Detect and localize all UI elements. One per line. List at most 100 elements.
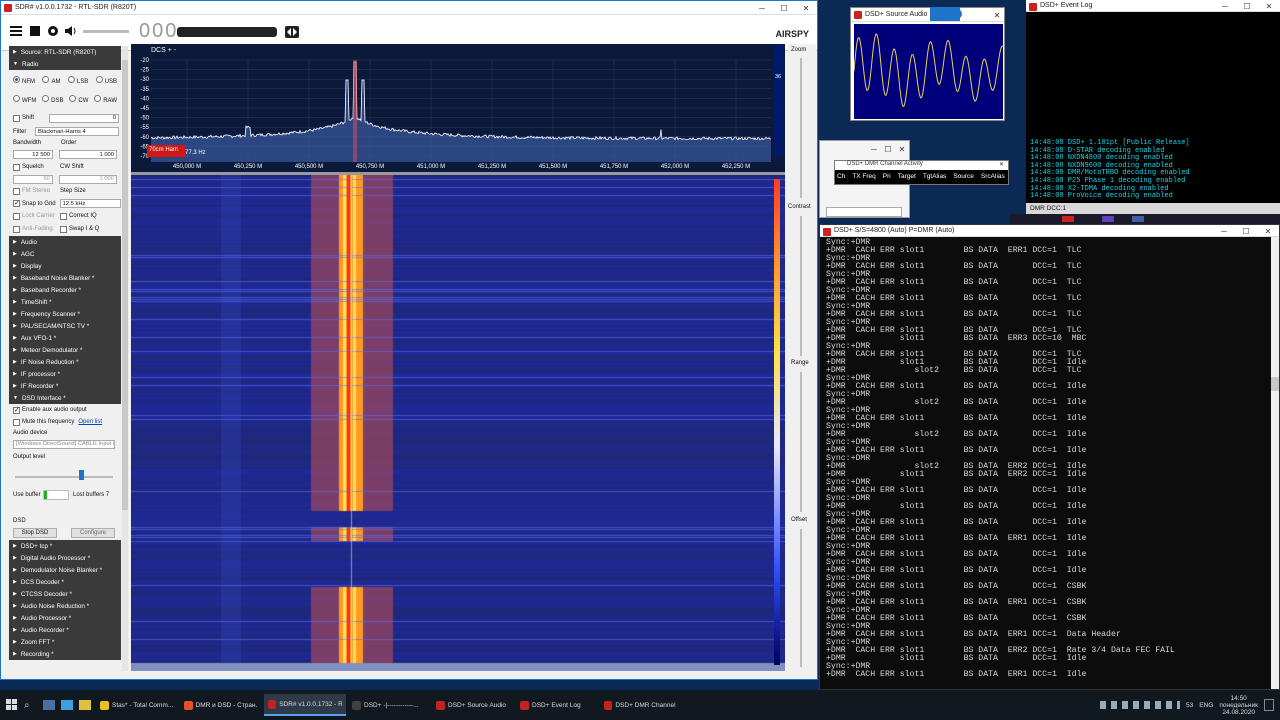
section-meteor-demodulator[interactable]: Meteor Demodulator * — [9, 344, 121, 356]
gear-icon[interactable] — [46, 24, 60, 38]
source-audio-titlebar[interactable]: DSD+ Source Audio ✕ — [851, 8, 1004, 22]
pinned-app-3-icon[interactable] — [79, 700, 91, 710]
filter-select[interactable]: Blackman-Harris 4 — [35, 127, 119, 136]
section-baseband-noise-blanker[interactable]: Baseband Noise Blanker * — [9, 272, 121, 284]
zoom-slider[interactable] — [800, 58, 802, 198]
mode-cw[interactable]: CW — [69, 94, 88, 104]
start-icon[interactable] — [0, 694, 24, 716]
section-digital-audio-processor[interactable]: Digital Audio Processor * — [9, 552, 121, 564]
frequency-display[interactable]: 000 — [139, 20, 178, 43]
output-level-slider[interactable] — [15, 476, 113, 478]
section-if-noise-reduction[interactable]: IF Noise Reduction * — [9, 356, 121, 368]
tray-clock[interactable]: 14:50 понедельник 24.08.2020 — [1219, 695, 1258, 716]
shift-checkbox[interactable] — [13, 114, 20, 122]
fm-stereo-checkbox[interactable] — [13, 187, 20, 195]
range-slider[interactable] — [800, 372, 802, 512]
output-level-thumb[interactable] — [79, 470, 84, 480]
notifications-icon[interactable] — [1264, 699, 1274, 711]
open-list-link[interactable]: Open list — [78, 419, 102, 425]
spectrum-analyzer[interactable]: -20 -25 -30 -35 -40 -45 -50 -55 -60 -65 -70 450,000… — [131, 44, 785, 172]
swap-iq-checkbox[interactable] — [60, 225, 67, 233]
section-baseband-recorder[interactable]: Baseband Recorder * — [9, 284, 121, 296]
volume-slider[interactable] — [83, 30, 129, 33]
mute-frequency-checkbox[interactable] — [13, 418, 20, 426]
mode-raw[interactable]: RAW — [94, 94, 117, 104]
contrast-slider[interactable] — [800, 216, 802, 356]
sidebar-scrollbar[interactable] — [122, 46, 128, 671]
mode-wfm[interactable]: WFM — [13, 94, 36, 104]
audio-device-select[interactable]: [Windows DirectSound] CABLE Input ( — [13, 439, 115, 449]
cw-shift-input[interactable]: 1 000 — [59, 174, 117, 184]
taskbar-item[interactable]: SDR# v1.0.0.1732 - R... — [264, 694, 346, 716]
taskbar-item[interactable]: DSD+ Event Log — [516, 694, 598, 716]
section-source[interactable]: Source: RTL-SDR (R820T) — [9, 46, 121, 58]
mode-lsb[interactable]: LSB — [67, 75, 88, 85]
stop-dsd-button[interactable]: Stop DSD — [13, 528, 57, 538]
speaker-icon[interactable] — [64, 24, 78, 38]
menu-icon[interactable] — [9, 24, 23, 38]
section-aux-vfo-1[interactable]: Aux VFO-1 * — [9, 332, 121, 344]
taskbar-item[interactable]: DSD+ Source Audio — [432, 694, 514, 716]
squelch-checkbox[interactable] — [13, 163, 20, 171]
configure-button[interactable]: Configure — [71, 528, 115, 538]
section-recording[interactable]: Recording * — [9, 648, 121, 660]
anti-fading-checkbox[interactable] — [13, 225, 20, 233]
console-scrollbar[interactable] — [1271, 237, 1279, 689]
section-audio[interactable]: Audio — [9, 236, 121, 248]
snap-checkbox[interactable] — [13, 199, 20, 207]
bandwidth-input[interactable]: 12 500 — [13, 150, 53, 159]
tray-icons[interactable] — [1100, 701, 1181, 709]
console-close-button[interactable]: ✕ — [1257, 225, 1279, 237]
taskbar-item[interactable]: DMR и DSD - Стран... — [180, 694, 262, 716]
stop-icon[interactable] — [28, 24, 42, 38]
section-if-recorder[interactable]: IF Recorder * — [9, 380, 121, 392]
step-size-select[interactable]: 12.5 kHz — [59, 199, 121, 208]
section-dcs-decoder[interactable]: DCS Decoder * — [9, 576, 121, 588]
mode-dsb[interactable]: DSB — [42, 94, 64, 104]
console-maximize-button[interactable]: ☐ — [1235, 225, 1257, 237]
source-audio-close-button[interactable]: ✕ — [990, 8, 1004, 22]
section-audio-noise-reduction[interactable]: Audio Noise Reduction * — [9, 600, 121, 612]
event-log-titlebar[interactable]: DSD+ Event Log ─ ☐ ✕ — [1026, 0, 1280, 12]
waterfall-display[interactable] — [131, 175, 785, 671]
enable-aux-checkbox[interactable] — [13, 406, 20, 414]
tune-arrows-icon[interactable] — [285, 26, 299, 38]
mode-usb[interactable]: USB — [95, 75, 117, 85]
offset-slider[interactable] — [800, 529, 802, 667]
squelch-input[interactable]: 60 — [13, 174, 53, 184]
section-dsd-tcp[interactable]: DSD+ tcp * — [9, 540, 121, 552]
sdr-titlebar[interactable]: SDR# v1.0.0.1732 - RTL-SDR (R820T) ─ ☐ ✕ — [1, 1, 817, 15]
section-display[interactable]: Display — [9, 260, 121, 272]
section-frequency-scanner[interactable]: Frequency Scanner * — [9, 308, 121, 320]
taskbar-item[interactable]: DSD+ -|------------... — [348, 694, 430, 716]
tray-language[interactable]: ENG — [1199, 702, 1213, 709]
mode-nfm[interactable]: NFM — [13, 75, 35, 85]
console-minimize-button[interactable]: ─ — [1213, 225, 1235, 237]
taskbar-item[interactable]: DSD+ DMR Channel ... — [600, 694, 682, 716]
console-titlebar[interactable]: DSD+ S/S=4800 (Auto) P=DMR (Auto) ─ ☐ ✕ — [820, 225, 1279, 237]
channel-activity-close-button[interactable]: ✕ — [999, 161, 1004, 168]
close-button[interactable]: ✕ — [795, 1, 817, 15]
section-audio-recorder[interactable]: Audio Recorder * — [9, 624, 121, 636]
correct-iq-checkbox[interactable] — [60, 212, 67, 220]
minimize-button[interactable]: ─ — [751, 1, 773, 15]
section-radio[interactable]: Radio — [9, 58, 121, 70]
section-audio-processor[interactable]: Audio Processor * — [9, 612, 121, 624]
maximize-button[interactable]: ☐ — [773, 1, 795, 15]
lock-carrier-checkbox[interactable] — [13, 212, 20, 220]
pinned-app-1-icon[interactable] — [43, 700, 55, 710]
channel-activity-titlebar[interactable]: DSD+ DMR Channel Activity ✕ — [835, 161, 1008, 170]
section-zoom-fft[interactable]: Zoom FFT * — [9, 636, 121, 648]
section-pal-secam-ntsc-tv[interactable]: PAL/SECAM/NTSC TV * — [9, 320, 121, 332]
order-input[interactable]: 1 000 — [59, 150, 117, 159]
search-icon[interactable]: ⌕ — [24, 700, 40, 711]
section-dsd-interface[interactable]: DSD Interface * — [9, 392, 121, 404]
section-if-processor[interactable]: IF processor * — [9, 368, 121, 380]
section-demodulator-noise-blanker[interactable]: Demodulator Noise Blanker * — [9, 564, 121, 576]
pinned-app-2-icon[interactable] — [61, 700, 73, 710]
section-ctcss-decoder[interactable]: CTCSS Decoder * — [9, 588, 121, 600]
section-timeshift[interactable]: TimeShift * — [9, 296, 121, 308]
shift-input[interactable]: 0 — [49, 113, 119, 123]
background-dialog-field[interactable] — [826, 207, 902, 217]
taskbar-item[interactable]: Stas* - Total Comm... — [96, 694, 178, 716]
